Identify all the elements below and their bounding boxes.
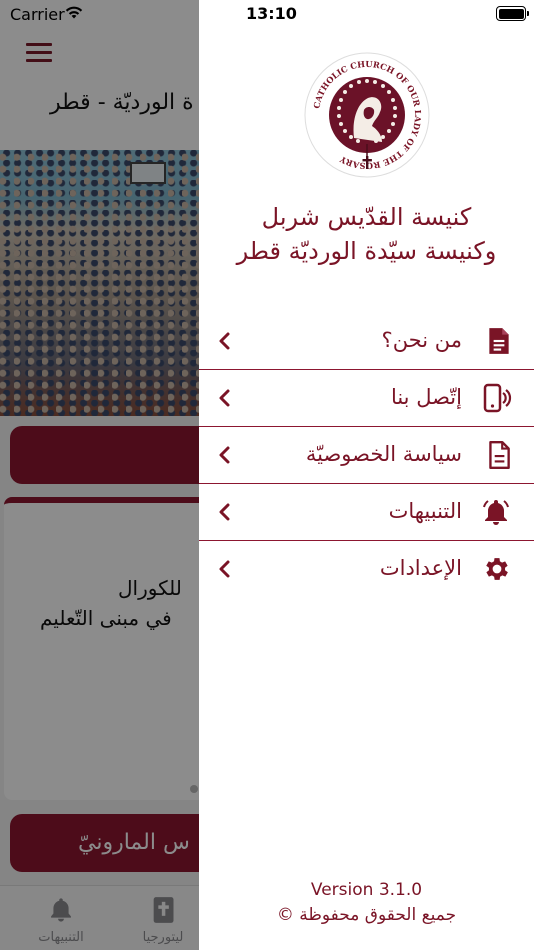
status-bar: Carrier 13:10 (0, 0, 534, 30)
menu-item-alerts[interactable]: التنبيهات (199, 484, 534, 541)
menu-item-settings[interactable]: الإعدادات (199, 541, 534, 598)
menu-item-privacy-label: سياسة الخصوصيّة (305, 442, 462, 466)
chevron-left-icon (219, 446, 230, 464)
menu-item-alerts-label: التنبيهات (388, 499, 462, 523)
church-logo: CATHOLIC CHURCH OF OUR LADY OF THE ROSAR… (304, 52, 430, 178)
app-version: Version 3.1.0 (310, 880, 423, 900)
bell-icon (483, 500, 509, 525)
document-icon (489, 328, 509, 354)
copyright-text: © جميع الحقوق محفوظة (276, 905, 457, 925)
chevron-left-icon (219, 389, 230, 407)
church-name: كنيسة القدّيس شربل وكنيسة سيّدة الورديّة… (199, 200, 534, 268)
menu-item-contact-label: إتّصل بنا (390, 385, 462, 409)
status-clock: 13:10 (246, 4, 297, 23)
menu-item-about[interactable]: من نحن؟ (199, 313, 534, 370)
menu-item-contact[interactable]: إتّصل بنا (199, 370, 534, 427)
menu-item-settings-label: الإعدادات (379, 556, 462, 580)
chevron-left-icon (219, 560, 230, 578)
drawer-menu: من نحن؟ إتّصل بنا سياسة الخصوصيّة التنبي… (199, 313, 534, 598)
menu-item-privacy[interactable]: سياسة الخصوصيّة (199, 427, 534, 484)
menu-item-about-label: من نحن؟ (381, 328, 462, 352)
battery-icon (496, 6, 529, 21)
gear-icon (486, 558, 508, 580)
chevron-left-icon (219, 332, 230, 350)
carrier-label: Carrier (10, 5, 65, 24)
phone-ring-icon (483, 383, 512, 413)
side-drawer: CATHOLIC CHURCH OF OUR LADY OF THE ROSAR… (199, 0, 534, 950)
wifi-icon (65, 6, 83, 19)
church-name-line-1: كنيسة القدّيس شربل (261, 203, 472, 231)
church-name-line-2: وكنيسة سيّدة الورديّة قطر (236, 237, 497, 265)
chevron-left-icon (219, 503, 230, 521)
privacy-document-icon (489, 440, 510, 470)
